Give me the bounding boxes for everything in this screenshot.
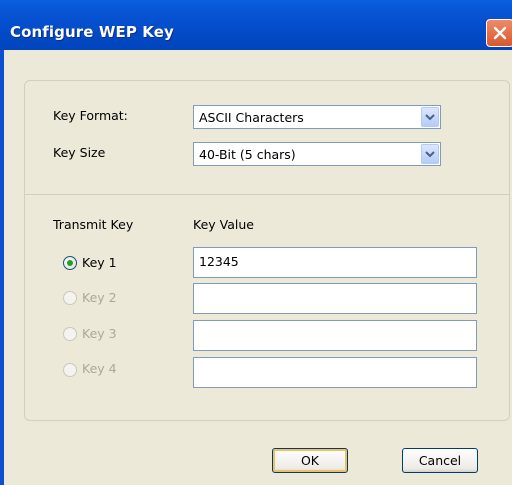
key-4-label[interactable]: Key 4	[82, 361, 117, 376]
cancel-button[interactable]: Cancel	[402, 448, 478, 473]
key-format-select[interactable]: ASCII Characters	[193, 105, 441, 129]
key-4-value-input[interactable]	[193, 357, 477, 388]
close-icon	[493, 26, 507, 40]
key-1-value: 12345	[199, 254, 239, 269]
transmit-key-header: Transmit Key	[53, 217, 134, 232]
key-size-label: Key Size	[53, 145, 106, 160]
key-format-dropdown-button[interactable]	[421, 107, 439, 127]
close-button[interactable]	[486, 19, 512, 47]
ok-button[interactable]: OK	[272, 448, 348, 473]
key-value-header: Key Value	[193, 217, 254, 232]
key-3-radio[interactable]	[63, 327, 77, 341]
key-3-value-input[interactable]	[193, 320, 477, 351]
chevron-down-icon	[425, 151, 435, 158]
key-2-label[interactable]: Key 2	[82, 290, 117, 305]
key-format-value: ASCII Characters	[199, 110, 304, 125]
window-title: Configure WEP Key	[10, 23, 174, 41]
key-2-value-input[interactable]	[193, 283, 477, 314]
key-2-radio[interactable]	[63, 291, 77, 305]
key-1-label[interactable]: Key 1	[82, 255, 117, 270]
title-bar[interactable]: Configure WEP Key	[0, 0, 512, 50]
key-size-select[interactable]: 40-Bit (5 chars)	[193, 142, 441, 166]
key-1-radio[interactable]	[63, 256, 77, 270]
configure-wep-key-dialog: Configure WEP Key Key Format: ASCII Char…	[0, 0, 512, 485]
key-size-dropdown-button[interactable]	[421, 144, 439, 164]
key-1-value-input[interactable]: 12345	[193, 247, 477, 278]
key-4-radio[interactable]	[63, 363, 77, 377]
chevron-down-icon	[425, 114, 435, 121]
key-format-label: Key Format:	[53, 108, 128, 123]
group-divider	[25, 194, 509, 195]
key-size-value: 40-Bit (5 chars)	[199, 147, 296, 162]
key-3-label[interactable]: Key 3	[82, 326, 117, 341]
